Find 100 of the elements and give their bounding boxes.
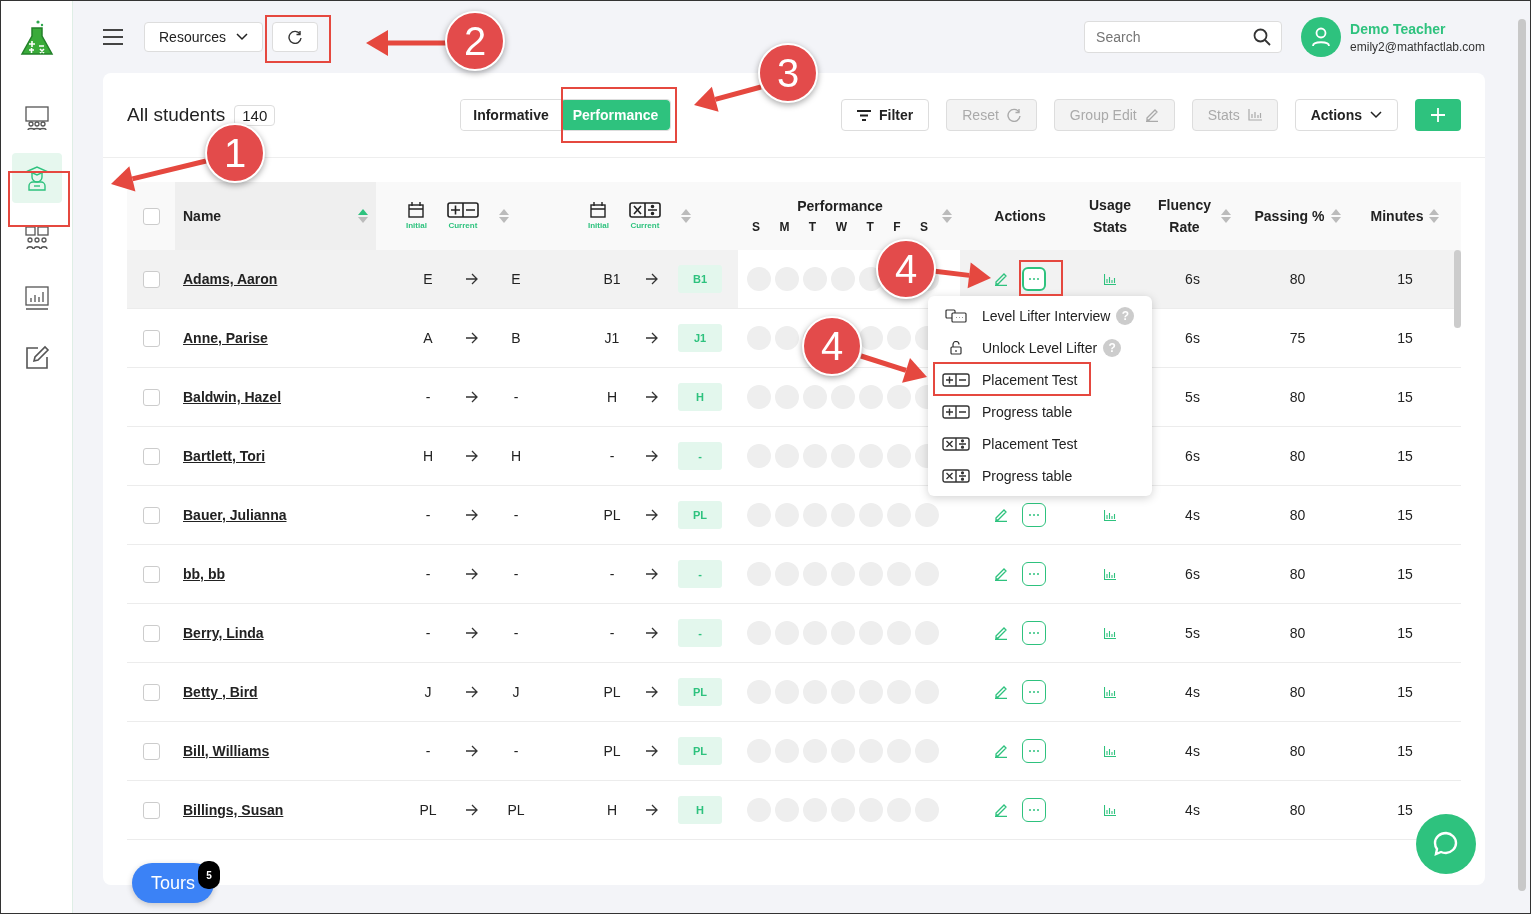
minutes-value: 15 — [1397, 448, 1413, 464]
level-text: - — [512, 566, 520, 582]
level-text: - — [608, 566, 616, 582]
menu-item[interactable]: Progress table — [928, 460, 1152, 492]
level-text: A — [422, 330, 434, 346]
fluency-rate: 6s — [1185, 566, 1200, 582]
tours-count-badge: 5 — [198, 861, 220, 889]
weekday-label: T — [866, 220, 874, 234]
column-header: Performance — [797, 198, 883, 214]
level-text: H — [605, 802, 619, 818]
level-text: H — [509, 448, 523, 464]
menu-item[interactable]: Level Lifter Interview ? — [928, 300, 1152, 332]
level-text: PL — [602, 743, 622, 759]
passing-percent: 80 — [1289, 507, 1306, 523]
minutes-value: 15 — [1397, 389, 1413, 405]
student-name-link[interactable]: Bartlett, Tori — [183, 448, 266, 464]
column-header: Usage Stats — [1088, 196, 1132, 237]
level-badge: PL — [678, 737, 722, 765]
level-text: PL — [418, 802, 438, 818]
level-text: J1 — [603, 330, 621, 346]
step-marker: 2 — [445, 11, 505, 71]
fluency-rate: 4s — [1185, 743, 1200, 759]
level-text: - — [424, 389, 432, 405]
column-header: Actions — [994, 207, 1046, 226]
actions-dropdown[interactable]: Actions — [1294, 99, 1398, 131]
student-name-link[interactable]: Anne, Parise — [183, 330, 268, 346]
level-text: - — [424, 507, 432, 523]
column-header: Minutes — [1370, 207, 1424, 226]
passing-percent: 80 — [1289, 389, 1306, 405]
level-text: - — [512, 507, 520, 523]
level-text: J — [511, 684, 521, 700]
level-text: E — [510, 271, 522, 287]
menu-item[interactable]: Placement Test — [928, 364, 1152, 396]
level-text: - — [424, 625, 432, 641]
passing-percent: 80 — [1289, 684, 1306, 700]
column-header: Passing % — [1254, 207, 1325, 226]
level-text: - — [512, 625, 520, 641]
passing-percent: 80 — [1289, 566, 1306, 582]
weekday-label: S — [919, 220, 928, 234]
passing-percent: 80 — [1289, 625, 1306, 641]
column-label: Initial — [588, 221, 609, 230]
student-name-link[interactable]: Bill, Williams — [183, 743, 270, 759]
minutes-value: 15 — [1397, 271, 1413, 287]
search-field[interactable]: Search — [1084, 21, 1283, 53]
weekday-label: M — [779, 220, 790, 234]
level-badge: J1 — [678, 324, 722, 352]
student-name-link[interactable]: Betty , Bird — [183, 684, 258, 700]
level-text: B — [510, 330, 522, 346]
passing-percent: 75 — [1289, 330, 1306, 346]
student-name-link[interactable]: Bauer, Julianna — [183, 507, 287, 523]
fluency-rate: 5s — [1185, 625, 1200, 641]
level-badge: PL — [678, 501, 722, 529]
minutes-value: 15 — [1397, 743, 1413, 759]
level-badge: H — [678, 383, 722, 411]
minutes-value: 15 — [1397, 566, 1413, 582]
user-name: Demo Teacher — [1350, 20, 1447, 37]
level-text: PL — [602, 684, 622, 700]
passing-percent: 80 — [1289, 802, 1306, 818]
menu-item[interactable]: Placement Test — [928, 428, 1152, 460]
level-text: PL — [602, 507, 622, 523]
column-label: Current — [630, 221, 660, 230]
level-text: B1 — [602, 271, 622, 287]
minutes-value: 15 — [1397, 507, 1413, 523]
level-text: J — [423, 684, 433, 700]
fluency-rate: 4s — [1185, 802, 1200, 818]
level-badge: - — [678, 442, 722, 470]
menu-item[interactable]: Progress table — [928, 396, 1152, 428]
menu-item[interactable]: Unlock Level Lifter ? — [928, 332, 1152, 364]
fluency-rate: 6s — [1185, 448, 1200, 464]
student-name-link[interactable]: bb, bb — [183, 566, 225, 582]
fluency-rate: 4s — [1185, 507, 1200, 523]
level-badge: - — [678, 560, 722, 588]
weekday-label: S — [752, 220, 760, 234]
weekday-label: W — [835, 220, 847, 234]
filter-button[interactable]: Filter — [841, 99, 930, 131]
level-text: - — [608, 448, 616, 464]
level-badge: B1 — [678, 265, 722, 293]
column-label: Initial — [406, 221, 427, 230]
weekday-label: T — [808, 220, 817, 234]
level-text: PL — [506, 802, 526, 818]
resources-dropdown[interactable]: Resources — [144, 22, 263, 52]
weekday-label: F — [893, 220, 901, 234]
student-name-link[interactable]: Baldwin, Hazel — [183, 389, 282, 405]
passing-percent: 80 — [1289, 448, 1306, 464]
passing-percent: 80 — [1289, 743, 1306, 759]
column-label: Current — [448, 221, 478, 230]
passing-percent: 80 — [1289, 271, 1306, 287]
student-name-link[interactable]: Billings, Susan — [183, 802, 284, 818]
step-marker: 3 — [758, 43, 818, 103]
student-name-link[interactable]: Adams, Aaron — [183, 271, 278, 287]
student-name-link[interactable]: Berry, Linda — [183, 625, 264, 641]
minutes-value: 15 — [1397, 625, 1413, 641]
user-email: emily2@mathfactlab.com — [1350, 39, 1485, 54]
level-badge: PL — [678, 678, 722, 706]
column-header: Name — [183, 208, 222, 224]
level-badge: - — [678, 619, 722, 647]
level-text: H — [421, 448, 435, 464]
level-badge: H — [678, 796, 722, 824]
fluency-rate: 6s — [1185, 271, 1200, 287]
level-text: - — [424, 566, 432, 582]
